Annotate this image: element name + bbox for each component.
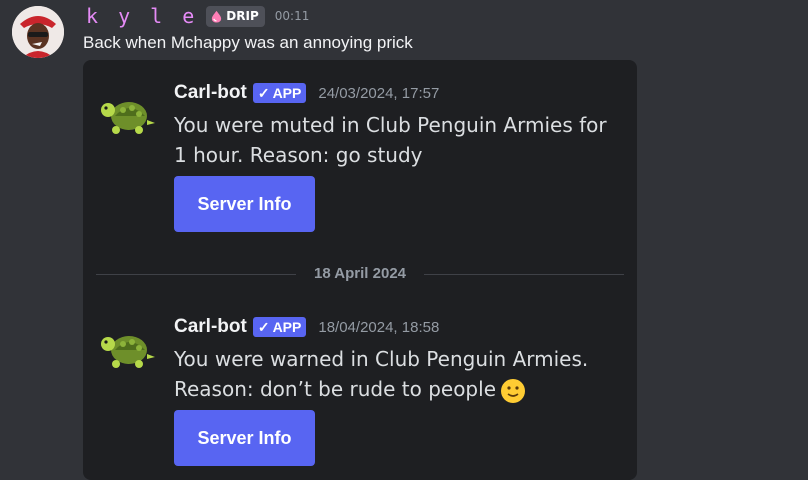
username[interactable]: k y l e [86, 4, 198, 28]
app-tag: ✓ APP [252, 317, 307, 337]
bot-message-text: You were warned in Club Penguin Armies. … [174, 344, 614, 404]
forwarded-embed: Carl-bot ✓ APP 24/03/2024, 17:57 You wer… [83, 60, 637, 480]
bot-message-text-content: You were warned in Club Penguin Armies. … [174, 347, 589, 401]
role-tag[interactable]: DRIP [206, 5, 265, 27]
bot-name[interactable]: Carl-bot [174, 316, 247, 338]
app-tag-label: APP [272, 85, 302, 101]
slightly-smiling-face-icon [501, 378, 525, 403]
message-text: Back when Mchappy was an annoying prick [83, 33, 413, 52]
server-info-button[interactable]: Server Info [174, 410, 315, 466]
bot-header: Carl-bot ✓ APP 24/03/2024, 17:57 [174, 82, 439, 104]
server-info-button[interactable]: Server Info [174, 176, 315, 232]
app-tag: ✓ APP [252, 83, 307, 103]
bot-timestamp[interactable]: 18/04/2024, 18:58 [318, 319, 439, 336]
bot-header: Carl-bot ✓ APP 18/04/2024, 18:58 [174, 316, 439, 338]
message-timestamp[interactable]: 00:11 [275, 9, 310, 23]
user-avatar[interactable] [12, 6, 64, 58]
role-tag-label: DRIP [226, 9, 259, 23]
turtle-emoji-icon[interactable] [99, 94, 157, 138]
drip-icon [212, 10, 222, 23]
check-icon: ✓ [257, 84, 270, 101]
message-header: k y l e DRIP 00:11 [86, 4, 309, 28]
check-icon: ✓ [257, 318, 270, 335]
bot-message-text: You were muted in Club Penguin Armies fo… [174, 113, 607, 167]
turtle-emoji-icon[interactable] [99, 328, 157, 372]
divider-line [424, 274, 624, 275]
app-tag-label: APP [272, 319, 302, 335]
date-divider: 18 April 2024 [96, 265, 624, 283]
bot-timestamp[interactable]: 24/03/2024, 17:57 [318, 85, 439, 102]
bot-name[interactable]: Carl-bot [174, 82, 247, 104]
